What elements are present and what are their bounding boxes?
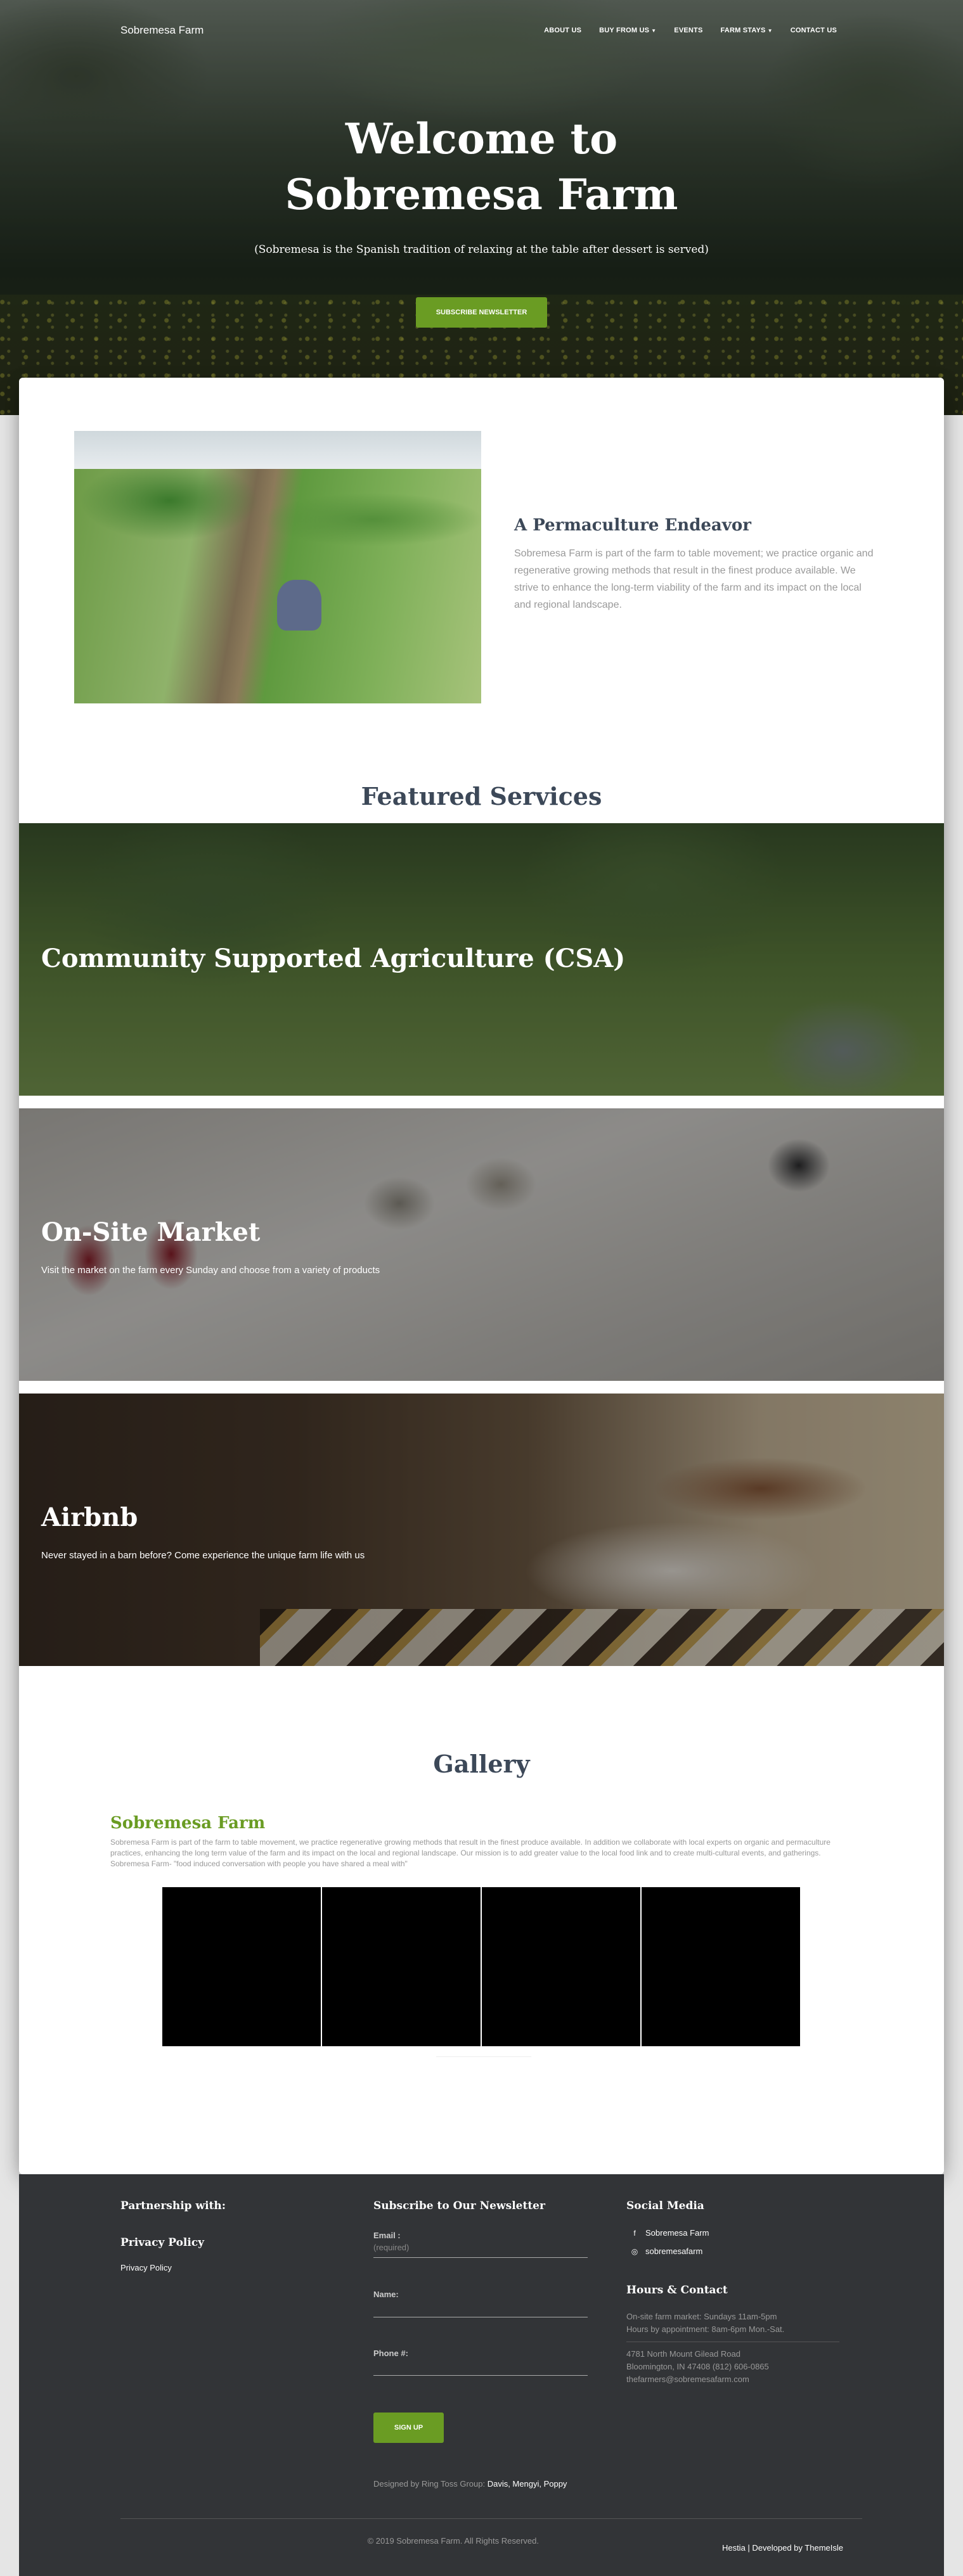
hero-title: Welcome to Sobremesa Farm [285,114,678,219]
nav-farm-stays[interactable]: FARM STAYS ▼ [721,27,773,34]
contact-info: 4781 North Mount Gilead Road Bloomington… [626,2349,769,2384]
gallery-subtitle: Sobremesa Farm [110,1814,266,1833]
footer: Partnership with: Privacy Policy Privacy… [19,2174,944,2576]
instagram-link[interactable]: ◎ sobremesafarm [630,2246,703,2256]
privacy-title: Privacy Policy [120,2236,205,2249]
facebook-link[interactable]: f Sobremesa Farm [630,2228,709,2238]
service-title: On-Site Market [41,1217,261,1247]
privacy-policy-link[interactable]: Privacy Policy [120,2263,226,2272]
service-overlay [19,1394,944,1666]
gallery-image[interactable] [642,1887,800,2046]
gallery-image[interactable] [482,1887,640,2046]
about-text: Sobremesa Farm is part of the farm to ta… [514,548,874,610]
facebook-icon: f [633,2228,636,2238]
service-text: Never stayed in a barn before? Come expe… [41,1550,365,1561]
farm-photo [74,431,481,703]
navbar: Sobremesa Farm ABOUT US BUY FROM US ▼ EVE… [120,23,837,42]
service-title: Airbnb [41,1503,138,1532]
nav-menu: ABOUT US BUY FROM US ▼ EVENTS FARM STAYS ▼… [544,27,837,34]
name-label: Name: [373,2290,399,2299]
service-title: Community Supported Agriculture (CSA) [41,944,626,973]
nav-buy-from-us[interactable]: BUY FROM US ▼ [599,27,656,34]
sign-up-button[interactable]: SIGN UP [373,2413,444,2443]
gallery-image[interactable] [322,1887,481,2046]
phone-label: Phone #: [373,2349,408,2358]
hours-info: On-site farm market: Sundays 11am-5pm Ho… [626,2312,785,2334]
theme-credit: Hestia | Developed by ThemeIsle [721,2543,843,2553]
email-label: Email : [373,2231,401,2240]
nav-events[interactable]: EVENTS [674,27,702,34]
instagram-icon: ◎ [631,2246,638,2256]
service-card-market[interactable]: On-Site Market Visit the market on the f… [19,1108,944,1381]
footer-social-column: Social Media f Sobremesa Farm ◎ sobremes… [626,2200,842,2428]
service-text: Visit the market on the farm every Sunda… [41,1265,380,1276]
gallery-title: Gallery [433,1750,530,1778]
footer-partnership-column: Partnership with: Privacy Policy Privacy… [120,2200,226,2272]
about-title: A Permaculture Endeavor [514,516,751,535]
hours-contact-title: Hours & Contact [626,2284,728,2297]
gallery-grid [162,1887,800,2046]
name-field[interactable] [373,2300,588,2317]
nav-about-us[interactable]: ABOUT US [544,27,581,34]
service-card-airbnb[interactable]: Airbnb Never stayed in a barn before? Co… [19,1394,944,1666]
divider [436,2056,531,2057]
featured-services-title: Featured Services [361,782,602,811]
phone-field[interactable] [373,2358,588,2376]
themeisle-link[interactable]: ThemeIsle [805,2543,843,2553]
service-card-csa[interactable]: Community Supported Agriculture (CSA) [19,823,944,1096]
brand-logo[interactable]: Sobremesa Farm [120,24,204,37]
hero-section: Sobremesa Farm ABOUT US BUY FROM US ▼ EVE… [0,0,963,415]
subscribe-newsletter-button[interactable]: SUBSCRIBE NEWSLETTER [416,297,547,328]
footer-newsletter-column: Subscribe to Our Newsletter Email : (req… [373,2200,602,2497]
gallery-text: Sobremesa Farm is part of the farm to ta… [110,1838,831,1868]
designed-by: Designed by Ring Toss Group: Davis, Meng… [373,2479,567,2489]
gallery-image[interactable] [162,1887,321,2046]
social-media-title: Social Media [626,2200,704,2212]
copyright: © 2019 Sobremesa Farm. All Rights Reserv… [367,2536,539,2546]
caret-down-icon: ▼ [767,28,773,34]
designer-names: Davis, Mengyi, Poppy [487,2479,567,2489]
hestia-link[interactable]: Hestia [722,2543,746,2553]
hero-subtitle: (Sobremesa is the Spanish tradition of r… [254,243,709,256]
footer-divider [120,2518,862,2519]
main-content: A Permaculture Endeavor Sobremesa Farm i… [19,378,944,2174]
nav-contact-us[interactable]: CONTACT US [791,27,837,34]
partnership-title: Partnership with: [120,2200,226,2212]
caret-down-icon: ▼ [651,28,657,34]
email-field[interactable]: (required) [373,2240,588,2258]
newsletter-title: Subscribe to Our Newsletter [373,2200,545,2212]
